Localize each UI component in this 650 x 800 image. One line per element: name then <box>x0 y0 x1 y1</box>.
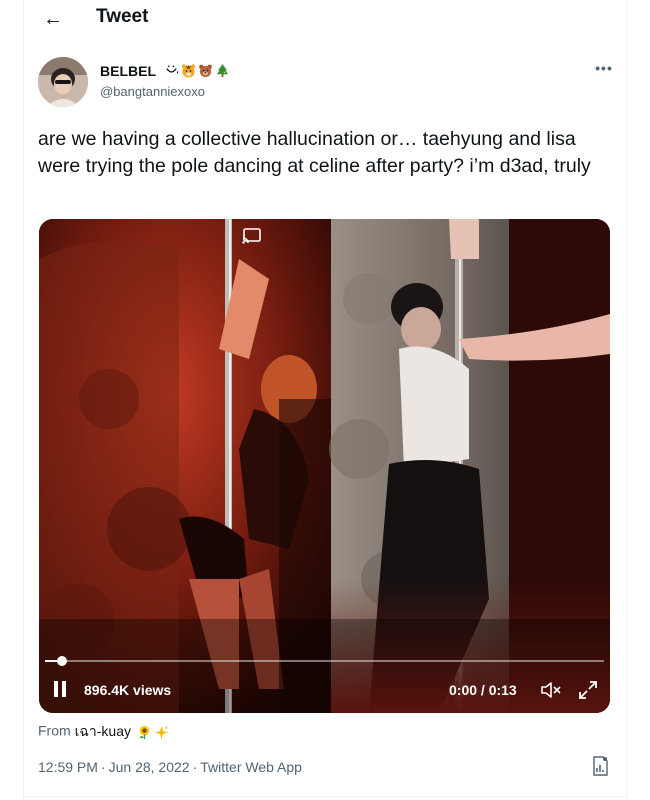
analytics-icon[interactable] <box>591 755 609 777</box>
pause-button[interactable] <box>53 681 71 699</box>
author-display-name[interactable]: BELBEL <box>100 63 156 79</box>
timeline-left-border <box>23 0 24 800</box>
mute-icon[interactable] <box>539 680 563 700</box>
bear-face-icon <box>199 64 213 78</box>
avatar[interactable] <box>38 57 88 107</box>
sunflower-icon <box>139 725 150 739</box>
author-handle[interactable]: @bangtanniexoxo <box>100 84 230 99</box>
christmas-tree-icon <box>217 64 229 78</box>
video-frame <box>39 219 610 713</box>
fullscreen-icon[interactable] <box>577 679 599 701</box>
source-prefix: From <box>38 722 71 739</box>
back-button[interactable]: ← <box>36 4 70 34</box>
video-progress-bar[interactable] <box>45 656 604 666</box>
tweet-text: are we having a collective hallucination… <box>38 128 591 177</box>
source-user-link[interactable]: เฉา-kuay <box>75 721 131 743</box>
timeline-right-border <box>627 0 628 800</box>
pause-icon-bar <box>62 681 66 697</box>
arrow-left-icon: ← <box>43 8 63 30</box>
sparkles-icon <box>154 725 168 739</box>
tiger-face-icon <box>182 64 196 78</box>
video-progress-knob[interactable] <box>56 656 67 666</box>
meta-separator: · <box>100 759 106 775</box>
divider <box>24 796 627 797</box>
avatar-photo <box>38 57 88 107</box>
video-player[interactable]: 896.4K views 0:00 / 0:13 <box>39 219 610 713</box>
tweet-meta: 12:59 PM · Jun 28, 2022 · Twitter Web App <box>38 759 302 775</box>
display-name-emoji <box>164 63 230 78</box>
view-count: 896.4K views <box>84 682 172 698</box>
video-time: 0:00 / 0:13 <box>449 682 517 698</box>
pause-icon <box>54 681 58 697</box>
tweet-header: ← Tweet <box>24 0 627 40</box>
more-options-button[interactable]: ••• <box>593 60 615 76</box>
page-title: Tweet <box>96 6 149 27</box>
author-block: BELBEL @bangtanniexoxo <box>100 62 230 99</box>
tweet-date-link[interactable]: Jun 28, 2022 <box>109 759 190 775</box>
cast-icon[interactable] <box>241 227 263 245</box>
tweet-client-link[interactable]: Twitter Web App <box>200 759 302 775</box>
source-emoji <box>137 725 169 740</box>
tweet-time-link[interactable]: 12:59 PM <box>38 759 98 775</box>
meta-separator: · <box>192 759 198 775</box>
media-source: From เฉา-kuay <box>38 721 169 743</box>
smiling-face-icon <box>166 65 179 74</box>
